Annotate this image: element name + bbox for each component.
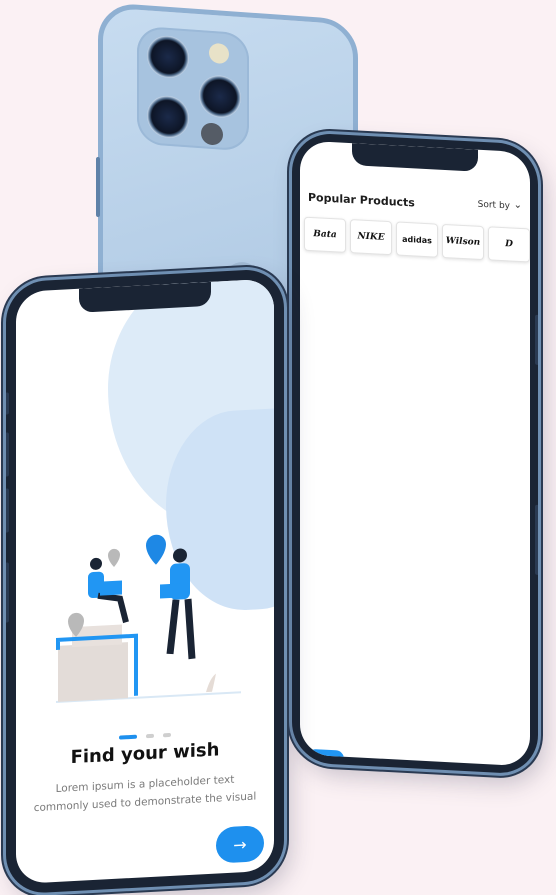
brand-label: Bata (313, 229, 337, 241)
onboarding-phone: Find your wish Lorem ipsum is a placehol… (6, 268, 284, 895)
flash-icon (209, 42, 229, 65)
brand-card-wilson[interactable]: Wilson (442, 223, 484, 261)
volume-up-button (6, 432, 9, 477)
brand-label: NIKE (357, 231, 385, 243)
power-button (535, 314, 538, 365)
arrow-right-icon: → (233, 834, 247, 855)
volume-down-button (6, 488, 9, 533)
pager-dot[interactable] (163, 732, 172, 737)
camera-lens-icon (147, 34, 189, 80)
brand-card-adidas[interactable]: adidas (396, 221, 438, 258)
location-pin-icon (108, 548, 120, 567)
camera-module (137, 25, 249, 152)
brand-label: Wilson (445, 236, 481, 248)
pager-dot-active[interactable] (118, 734, 137, 740)
brand-label: adidas (402, 234, 432, 245)
products-screen: Popular Products Sort by ⌄ Bata NIKE adi… (300, 140, 530, 767)
notch (352, 143, 478, 172)
brand-card-nike[interactable]: NIKE (350, 219, 392, 256)
brand-label: D (505, 239, 513, 250)
section-title: Popular Products (308, 190, 415, 210)
side-button (6, 562, 9, 623)
onboarding-description: Lorem ipsum is a placeholder text common… (33, 773, 257, 815)
brand-card-partial[interactable]: D (488, 226, 530, 263)
onboarding-screen: Find your wish Lorem ipsum is a placehol… (16, 278, 274, 885)
box-shape (58, 642, 128, 702)
brand-card-bata[interactable]: Bata (304, 216, 346, 253)
chevron-down-icon[interactable]: ⌄ (514, 200, 522, 211)
mute-switch (6, 392, 9, 415)
products-phone: Popular Products Sort by ⌄ Bata NIKE adi… (292, 132, 538, 775)
sort-by-button[interactable]: Sort by (478, 200, 510, 212)
onboarding-illustration (56, 534, 241, 703)
pager-dot[interactable] (146, 733, 154, 738)
lidar-sensor-icon (201, 122, 223, 146)
bottom-tab-accent[interactable] (308, 748, 344, 767)
side-button (96, 156, 100, 218)
next-button[interactable]: → (216, 825, 264, 864)
camera-lens-icon (199, 74, 241, 119)
camera-lens-icon (147, 94, 189, 140)
side-button (535, 504, 538, 575)
brand-list: Bata NIKE adidas Wilson D (304, 216, 530, 266)
location-pin-icon (146, 534, 166, 565)
